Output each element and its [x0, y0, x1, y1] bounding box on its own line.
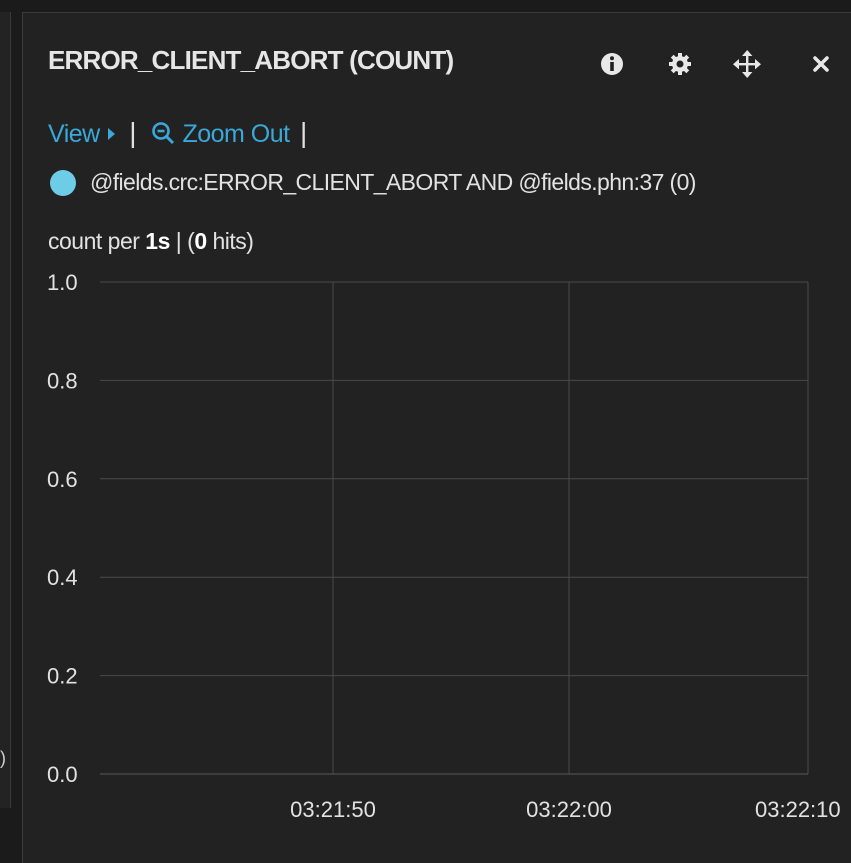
y-tick-label: 1.0 — [47, 270, 78, 295]
x-tick-label: 03:22:10 — [755, 797, 841, 822]
y-tick-label: 0.6 — [47, 467, 78, 492]
histogram-chart[interactable]: 0.0 0.2 0.4 0.6 0.8 1.0 03:21:50 03:22:00 03:22:… — [0, 0, 851, 844]
x-tick-label: 03:21:50 — [290, 797, 376, 822]
y-tick-label: 0.2 — [47, 664, 78, 689]
x-tick-label: 03:22:00 — [526, 797, 612, 822]
y-tick-label: 0.0 — [47, 762, 78, 787]
y-tick-label: 0.8 — [47, 368, 78, 393]
y-tick-label: 0.4 — [47, 565, 78, 590]
